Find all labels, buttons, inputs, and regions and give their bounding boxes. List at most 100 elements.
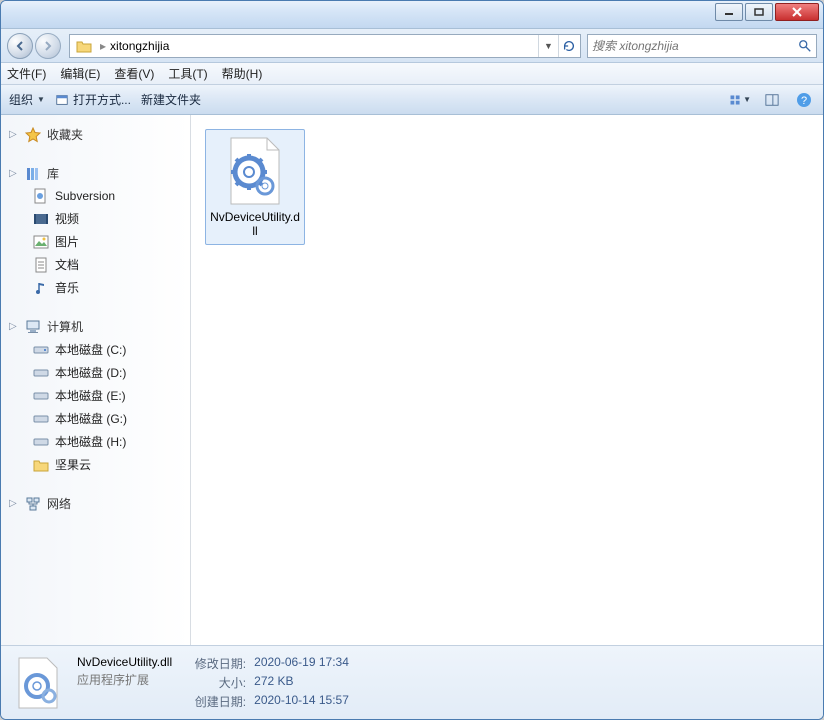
- view-mode-button[interactable]: ▼: [729, 89, 751, 111]
- arrow-right-icon: [42, 40, 54, 52]
- sidebar-item-label: 图片: [55, 233, 79, 250]
- network-group: ▷ 网络: [5, 492, 186, 515]
- explorer-window: ▸ xitongzhijia ▼ 文件(F) 编辑(E) 查看(V) 工具(T)…: [0, 0, 824, 720]
- preview-pane-button[interactable]: [761, 89, 783, 111]
- sidebar: ▷ 收藏夹 ▷ 库 Subversion 视频: [1, 115, 191, 645]
- details-text: NvDeviceUtility.dll 应用程序扩展 修改日期: 2020-06…: [77, 655, 349, 710]
- help-button[interactable]: ?: [793, 89, 815, 111]
- preview-pane-icon: [765, 93, 779, 107]
- new-folder-button[interactable]: 新建文件夹: [141, 91, 201, 108]
- network-heading[interactable]: ▷ 网络: [5, 492, 186, 515]
- sidebar-item-videos[interactable]: 视频: [5, 207, 186, 230]
- folder-icon: [33, 457, 49, 473]
- back-button[interactable]: [7, 33, 33, 59]
- computer-label: 计算机: [47, 318, 83, 335]
- sidebar-item-drive-d[interactable]: 本地磁盘 (D:): [5, 361, 186, 384]
- drive-icon: [33, 434, 49, 450]
- search-box[interactable]: [587, 34, 817, 58]
- libraries-heading[interactable]: ▷ 库: [5, 162, 186, 185]
- sidebar-item-jianguoyun[interactable]: 坚果云: [5, 453, 186, 476]
- created-label: 创建日期:: [192, 693, 246, 710]
- favorites-heading[interactable]: ▷ 收藏夹: [5, 123, 186, 146]
- computer-icon: [25, 319, 41, 335]
- file-item-selected[interactable]: NvDeviceUtility.dll: [205, 129, 305, 245]
- organize-label: 组织: [9, 91, 33, 108]
- disclosure-icon: ▷: [9, 498, 19, 509]
- sidebar-item-label: 本地磁盘 (G:): [55, 410, 127, 427]
- modified-label: 修改日期:: [192, 655, 246, 672]
- drive-icon: [33, 365, 49, 381]
- dll-file-icon: [15, 656, 63, 710]
- computer-group: ▷ 计算机 本地磁盘 (C:) 本地磁盘 (D:) 本地磁盘 (E:): [5, 315, 186, 476]
- libraries-group: ▷ 库 Subversion 视频 图片 文档: [5, 162, 186, 299]
- sidebar-item-drive-g[interactable]: 本地磁盘 (G:): [5, 407, 186, 430]
- sidebar-item-label: 文档: [55, 256, 79, 273]
- menubar: 文件(F) 编辑(E) 查看(V) 工具(T) 帮助(H): [1, 63, 823, 85]
- sidebar-item-label: 本地磁盘 (E:): [55, 387, 126, 404]
- sidebar-item-label: 本地磁盘 (C:): [55, 341, 126, 358]
- refresh-icon: [562, 39, 576, 53]
- chevron-down-icon: ▼: [743, 95, 751, 104]
- disclosure-icon: ▷: [9, 168, 19, 179]
- sidebar-item-pictures[interactable]: 图片: [5, 230, 186, 253]
- menu-tools[interactable]: 工具(T): [168, 65, 207, 82]
- menu-edit[interactable]: 编辑(E): [60, 65, 100, 82]
- menu-help[interactable]: 帮助(H): [222, 65, 263, 82]
- arrow-left-icon: [14, 40, 26, 52]
- video-icon: [33, 211, 49, 227]
- sidebar-item-drive-e[interactable]: 本地磁盘 (E:): [5, 384, 186, 407]
- content-area[interactable]: NvDeviceUtility.dll: [191, 115, 823, 645]
- maximize-button[interactable]: [745, 3, 773, 21]
- sidebar-item-documents[interactable]: 文档: [5, 253, 186, 276]
- created-value: 2020-10-14 15:57: [254, 693, 349, 710]
- favorites-group: ▷ 收藏夹: [5, 123, 186, 146]
- nav-address-row: ▸ xitongzhijia ▼: [1, 29, 823, 63]
- document-icon: [33, 257, 49, 273]
- body-split: ▷ 收藏夹 ▷ 库 Subversion 视频: [1, 115, 823, 645]
- minimize-button[interactable]: [715, 3, 743, 21]
- details-filename: NvDeviceUtility.dll: [77, 655, 172, 669]
- menu-file[interactable]: 文件(F): [7, 65, 46, 82]
- disclosure-icon: ▷: [9, 321, 19, 332]
- new-folder-label: 新建文件夹: [141, 91, 201, 108]
- details-filetype: 应用程序扩展: [77, 671, 172, 688]
- drive-icon: [33, 411, 49, 427]
- sidebar-item-subversion[interactable]: Subversion: [5, 185, 186, 207]
- sidebar-item-label: 本地磁盘 (H:): [55, 433, 126, 450]
- address-bar[interactable]: ▸ xitongzhijia ▼: [69, 34, 581, 58]
- sidebar-item-drive-c[interactable]: 本地磁盘 (C:): [5, 338, 186, 361]
- sidebar-item-label: 坚果云: [55, 456, 91, 473]
- open-with-label: 打开方式...: [73, 91, 131, 108]
- sidebar-item-label: 音乐: [55, 279, 79, 296]
- sidebar-item-label: 视频: [55, 210, 79, 227]
- close-button[interactable]: [775, 3, 819, 21]
- help-icon: ?: [796, 92, 812, 108]
- libraries-icon: [25, 166, 41, 182]
- disclosure-icon: ▷: [9, 129, 19, 140]
- details-pane: NvDeviceUtility.dll 应用程序扩展 修改日期: 2020-06…: [1, 645, 823, 719]
- chevron-down-icon: ▼: [544, 41, 553, 51]
- drive-icon: [33, 388, 49, 404]
- star-icon: [25, 127, 41, 143]
- address-dropdown[interactable]: ▼: [538, 35, 558, 57]
- music-icon: [33, 280, 49, 296]
- sidebar-item-drive-h[interactable]: 本地磁盘 (H:): [5, 430, 186, 453]
- sidebar-item-music[interactable]: 音乐: [5, 276, 186, 299]
- libraries-label: 库: [47, 165, 59, 182]
- network-label: 网络: [47, 495, 71, 512]
- computer-heading[interactable]: ▷ 计算机: [5, 315, 186, 338]
- toolbar: 组织 ▼ 打开方式... 新建文件夹 ▼ ?: [1, 85, 823, 115]
- dll-file-icon: [223, 136, 287, 206]
- organize-button[interactable]: 组织 ▼: [9, 91, 45, 108]
- breadcrumb-sep: ▸: [100, 39, 106, 53]
- forward-button[interactable]: [35, 33, 61, 59]
- open-with-icon: [55, 93, 69, 107]
- chevron-down-icon: ▼: [37, 95, 45, 104]
- open-with-button[interactable]: 打开方式...: [55, 91, 131, 108]
- search-icon: [798, 39, 812, 53]
- menu-view[interactable]: 查看(V): [114, 65, 154, 82]
- titlebar: [1, 1, 823, 29]
- search-input[interactable]: [592, 39, 798, 53]
- refresh-button[interactable]: [558, 35, 578, 57]
- size-value: 272 KB: [254, 674, 293, 691]
